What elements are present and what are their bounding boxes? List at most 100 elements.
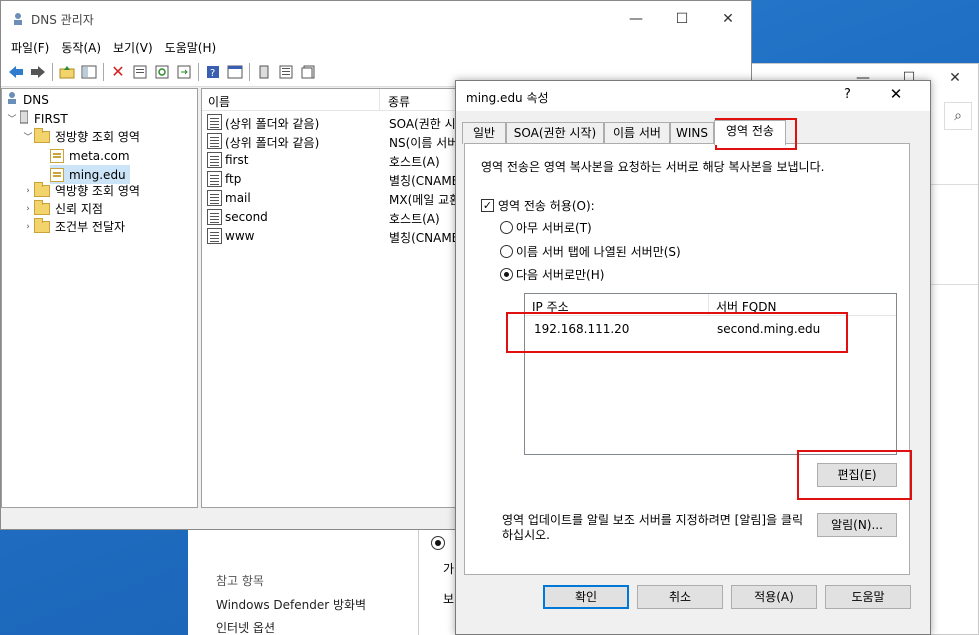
toolbar-separator <box>103 62 104 81</box>
tree-label: meta.com <box>69 148 130 163</box>
chevron-down-icon[interactable]: ﹀ <box>6 112 18 125</box>
column-header-name[interactable]: 이름 <box>208 93 230 110</box>
chevron-right-icon[interactable]: › <box>22 186 34 196</box>
folder-icon <box>34 127 50 143</box>
table-row[interactable]: www 별칭(CNAME <box>206 227 459 246</box>
help-icon[interactable]: ? <box>844 87 851 102</box>
forward-icon[interactable] <box>29 63 47 81</box>
tab-soa[interactable]: SOA(권한 시작) <box>506 122 604 144</box>
tree-label: ming.edu <box>69 167 126 182</box>
close-icon[interactable]: ✕ <box>886 85 906 103</box>
server-icon[interactable] <box>255 63 273 81</box>
menu-file[interactable]: 파일(F) <box>5 39 55 56</box>
record-type: 별칭(CNAME <box>389 231 459 245</box>
up-folder-icon[interactable] <box>58 63 76 81</box>
table-row[interactable]: ftp 별칭(CNAME <box>206 170 458 189</box>
delete-icon[interactable]: ✕ <box>109 62 127 81</box>
radio-any-server[interactable]: 아무 서버로(T) <box>500 219 592 236</box>
notify-button[interactable]: 알림(N)... <box>817 513 897 537</box>
column-header-ip[interactable]: IP 주소 <box>532 298 569 315</box>
settings-fragment: 보 <box>443 592 455 606</box>
dns-app-icon <box>11 12 25 26</box>
checkbox-check-icon[interactable]: ✓ <box>481 199 494 212</box>
toolbar-separator <box>52 62 53 81</box>
search-icon[interactable]: ⌕ <box>944 102 972 130</box>
tree-item-dns[interactable]: DNS <box>6 90 49 109</box>
menu-help[interactable]: 도움말(H) <box>159 39 223 56</box>
radio-following-servers[interactable]: 다음 서버로만(H) <box>500 266 604 283</box>
record-name: (상위 폴더와 같음) <box>225 117 320 131</box>
server-icon <box>19 110 29 127</box>
record-name: first <box>225 153 249 167</box>
edit-button[interactable]: 편집(E) <box>817 463 897 487</box>
related-settings-heading: 참고 항목 <box>216 574 264 588</box>
export-list-icon[interactable] <box>175 63 193 81</box>
chevron-right-icon[interactable]: › <box>22 204 34 214</box>
allow-transfer-checkbox[interactable]: ✓ 영역 전송 허용(O): <box>481 197 595 214</box>
tree-item-server[interactable]: ﹀ FIRST <box>6 109 68 128</box>
tree-item-trust-points[interactable]: › 신뢰 지점 <box>22 199 103 218</box>
table-row[interactable]: (상위 폴더와 같음) NS(이름 서버 <box>206 132 459 151</box>
tree-item-zone-meta[interactable]: meta.com <box>50 146 130 165</box>
record-icon <box>207 114 222 130</box>
firewall-link[interactable]: Windows Defender 방화벽 <box>216 596 366 613</box>
settings-fragment: 가 <box>443 562 455 576</box>
cancel-button[interactable]: 취소 <box>637 585 723 609</box>
help-icon[interactable]: ? <box>204 63 222 81</box>
internet-options-link[interactable]: 인터넷 옵션 <box>216 619 275 635</box>
menu-view[interactable]: 보기(V) <box>107 39 159 56</box>
column-separator[interactable] <box>708 294 709 316</box>
close-icon[interactable]: ✕ <box>705 1 751 37</box>
dns-icon <box>6 91 18 108</box>
help-button[interactable]: 도움말 <box>825 585 911 609</box>
record-name: second <box>225 210 268 224</box>
table-row[interactable]: mail MX(메일 교환 <box>206 189 458 208</box>
chevron-down-icon[interactable]: ﹀ <box>22 130 34 143</box>
radio-icon[interactable] <box>500 245 513 258</box>
list-view-icon[interactable] <box>277 63 295 81</box>
record-icon <box>207 133 222 149</box>
table-row[interactable]: (상위 폴더와 같음) SOA(권한 시 <box>206 113 458 132</box>
apply-button[interactable]: 적용(A) <box>731 585 817 609</box>
column-header-fqdn[interactable]: 서버 FQDN <box>716 298 776 315</box>
radio-icon[interactable] <box>431 536 445 550</box>
table-row[interactable]: second 호스트(A) <box>206 208 458 227</box>
zone-icon <box>50 148 64 163</box>
tree-item-reverse-zones[interactable]: › 역방향 조회 영역 <box>22 181 140 200</box>
tree-item-forward-zones[interactable]: ﹀ 정방향 조회 영역 <box>22 127 140 146</box>
ok-button[interactable]: 확인 <box>543 585 629 609</box>
show-hide-tree-icon[interactable] <box>80 63 98 81</box>
checkbox-label: 영역 전송 허용(O): <box>498 199 595 213</box>
radio-icon[interactable] <box>500 221 513 234</box>
tab-zone-transfers[interactable]: 영역 전송 <box>714 120 786 145</box>
tree-item-conditional-forwarders[interactable]: › 조건부 전달자 <box>22 217 125 236</box>
title-bar: DNS 관리자 — ☐ ✕ <box>1 1 751 37</box>
tab-name-servers[interactable]: 이름 서버 <box>604 122 670 144</box>
chevron-right-icon[interactable]: › <box>22 222 34 232</box>
record-icon <box>207 190 222 206</box>
records-icon[interactable] <box>299 63 317 81</box>
action-pane-icon[interactable] <box>226 63 244 81</box>
refresh-icon[interactable] <box>153 63 171 81</box>
radio-selected-icon[interactable] <box>500 268 513 281</box>
tree-label: 조건부 전달자 <box>55 220 126 234</box>
table-row[interactable]: 192.168.111.20 second.ming.edu <box>525 320 896 340</box>
folder-icon <box>34 217 50 233</box>
minimize-icon[interactable]: — <box>613 1 659 37</box>
tab-general[interactable]: 일반 <box>462 122 506 144</box>
toolbar-separator <box>249 62 250 81</box>
radio-name-servers-only[interactable]: 이름 서버 탭에 나열된 서버만(S) <box>500 243 681 260</box>
properties-icon[interactable] <box>131 63 149 81</box>
record-type: NS(이름 서버 <box>389 136 459 150</box>
table-row[interactable]: first 호스트(A) <box>206 151 458 170</box>
record-name: mail <box>225 191 251 205</box>
menu-action[interactable]: 동작(A) <box>55 39 107 56</box>
tree-label: FIRST <box>34 111 68 126</box>
column-separator[interactable] <box>379 89 380 111</box>
maximize-icon[interactable]: ☐ <box>659 1 705 37</box>
close-icon[interactable]: ✕ <box>932 70 978 86</box>
back-icon[interactable] <box>7 63 25 81</box>
tab-wins[interactable]: WINS <box>670 122 714 144</box>
column-header-type[interactable]: 종류 <box>388 93 410 110</box>
window-title: DNS 관리자 <box>31 12 94 27</box>
